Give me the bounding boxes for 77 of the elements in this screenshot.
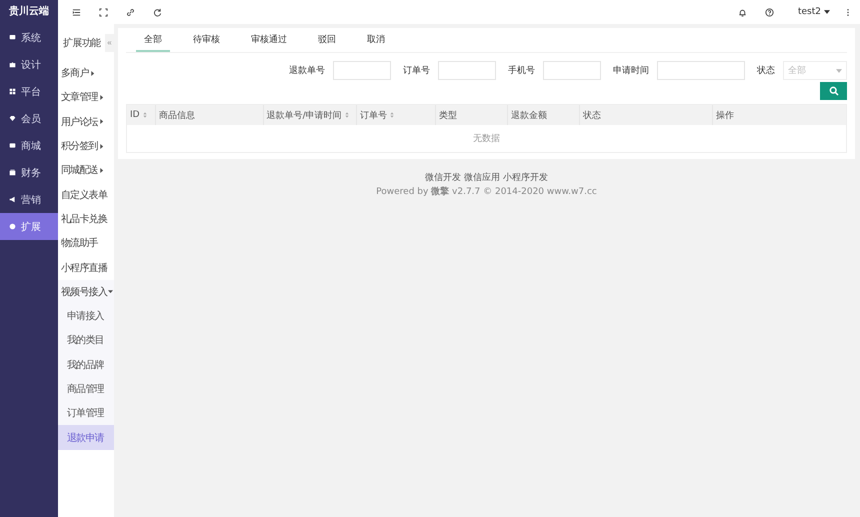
filter-label: 订单号 — [403, 64, 430, 77]
more-icon[interactable] — [846, 8, 850, 16]
column-header: 操作 — [714, 110, 735, 122]
column-header: 订单号 — [357, 105, 436, 125]
filter-label: 状态 — [757, 64, 775, 77]
help-icon[interactable] — [764, 8, 774, 16]
submenu-child-item[interactable]: 我的品牌 — [58, 352, 114, 377]
submenu-child-item[interactable]: 我的类目 — [58, 328, 114, 353]
sidebar-item[interactable]: 会员 — [0, 105, 58, 132]
submenu-item[interactable]: 同城配送 — [58, 158, 114, 182]
caret-icon — [98, 168, 104, 173]
submenu-item[interactable]: 物流助手 — [58, 231, 114, 256]
search-button[interactable] — [820, 82, 847, 100]
submenu-item[interactable]: 礼品卡兑换 — [58, 206, 114, 232]
caret-icon — [98, 144, 104, 149]
caret-icon — [836, 68, 842, 72]
submenu-child-item[interactable]: 退款申请 — [58, 425, 114, 450]
sort-icon[interactable] — [344, 112, 349, 118]
sidebar-item[interactable]: 商城 — [0, 132, 58, 159]
sidebar-item[interactable]: 平台 — [0, 78, 58, 105]
submenu-item[interactable]: 积分签到 — [58, 134, 114, 158]
input-field[interactable] — [438, 61, 496, 80]
column-header: 类型 — [436, 105, 508, 125]
footer-link[interactable]: 微信应用 — [464, 171, 500, 184]
brand-logo: 贵川云端 — [8, 4, 50, 19]
footer-link[interactable]: 小程序开发 — [503, 171, 548, 184]
column-header: ID — [127, 105, 156, 125]
submenu-item[interactable]: 视频号接入 — [58, 280, 114, 304]
column-header: 退款单号/申请时间 — [264, 105, 358, 125]
filter-label: 申请时间 — [613, 64, 649, 77]
tab[interactable]: 待审核 — [185, 28, 228, 52]
submenu-item[interactable]: 自定义表单 — [58, 182, 114, 207]
sidebar-item[interactable]: 营销 — [0, 186, 58, 213]
caret-icon — [824, 10, 830, 14]
submenu-title: 扩展功能 — [63, 36, 101, 50]
input-field[interactable] — [543, 61, 601, 80]
column-header: 退款金额 — [508, 105, 580, 125]
sidebar-item[interactable]: 扩展 — [0, 213, 58, 240]
submenu-item[interactable]: 文章管理 — [58, 85, 114, 110]
sort-icon[interactable] — [390, 112, 394, 118]
tab[interactable]: 取消 — [359, 28, 393, 52]
submenu-item[interactable]: 用户论坛 — [58, 110, 114, 134]
submenu-child-item[interactable]: 商品管理 — [58, 376, 114, 402]
sidebar-item[interactable]: 财务 — [0, 159, 58, 186]
refresh-icon[interactable] — [153, 8, 162, 16]
sidebar-item[interactable]: 系统 — [0, 24, 58, 51]
submenu-child-item[interactable]: 订单管理 — [58, 401, 114, 426]
filter-label: 退款单号 — [289, 64, 325, 77]
sort-icon[interactable] — [142, 112, 147, 118]
caret-icon — [90, 70, 95, 76]
tab[interactable]: 驳回 — [310, 28, 344, 52]
submenu-item[interactable]: 小程序直播 — [58, 255, 114, 280]
caret-icon — [98, 94, 104, 100]
sidebar-item[interactable]: 设计 — [0, 51, 58, 78]
user-menu[interactable]: test2 — [798, 7, 821, 17]
grid-icon — [9, 88, 16, 95]
input-field[interactable] — [657, 61, 745, 80]
submenu-item[interactable]: 多商户 — [58, 61, 114, 86]
diamond-icon — [9, 115, 16, 122]
column-header: 商品信息 — [156, 105, 264, 125]
bell-icon[interactable] — [738, 8, 747, 16]
column-header: 状态 — [580, 105, 713, 125]
tab[interactable]: 审核通过 — [243, 28, 295, 52]
link-icon[interactable] — [126, 8, 135, 16]
caret-icon — [108, 289, 114, 294]
copyright-text: Powered by 微擎 v2.7.7 © 2014-2020 www.w7.cc — [375, 186, 598, 198]
menu-icon[interactable] — [72, 8, 81, 16]
empty-message: 无数据 — [473, 132, 500, 145]
fullscreen-icon[interactable] — [99, 8, 108, 16]
input-field[interactable] — [333, 61, 391, 80]
search-icon — [828, 86, 838, 96]
filter-label: 手机号 — [508, 64, 535, 77]
submenu-child-item[interactable]: 申请接入 — [58, 304, 114, 328]
footer-link[interactable]: 微信开发 — [425, 171, 461, 184]
caret-icon — [98, 119, 104, 124]
tab[interactable]: 全部 — [136, 28, 170, 52]
megaphone-icon — [9, 196, 16, 203]
